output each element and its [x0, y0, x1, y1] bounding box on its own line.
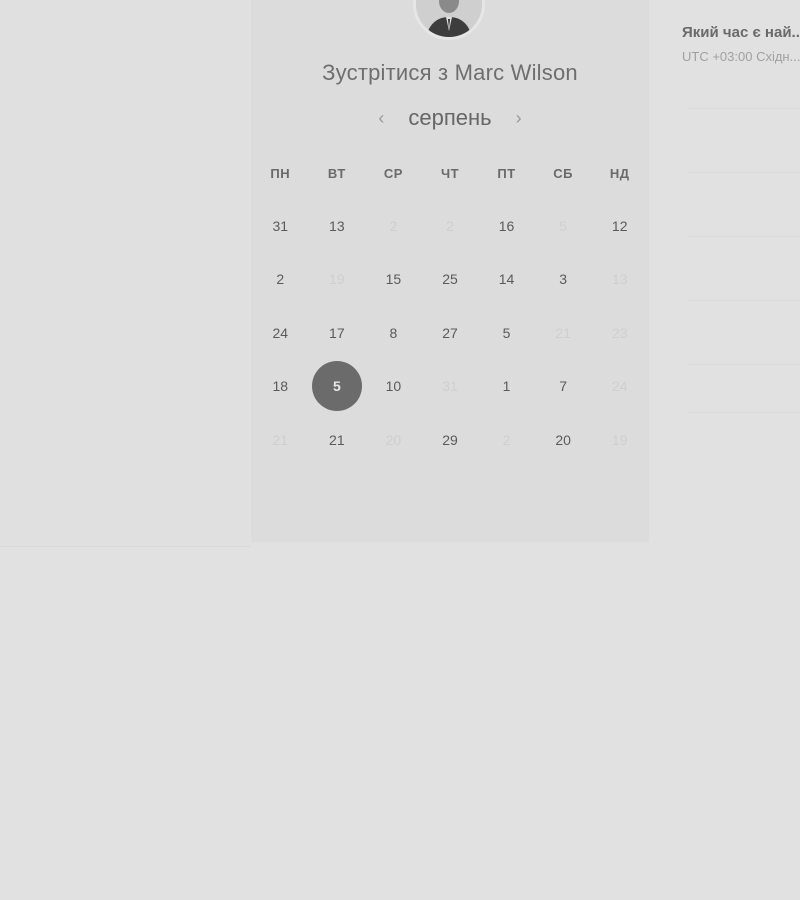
calendar-day-selected[interactable]: 5: [309, 360, 366, 414]
calendar-day-label: 17: [329, 324, 345, 341]
calendar-day-label: 13: [611, 271, 628, 288]
weekday-sat: СБ: [553, 166, 573, 181]
calendar-day-label: 5: [502, 324, 511, 341]
calendar-day[interactable]: 27: [422, 306, 479, 360]
calendar-day-label: 5: [311, 361, 362, 412]
calendar-day[interactable]: 24: [252, 306, 309, 360]
calendar-day-label: 12: [611, 217, 628, 234]
calendar-day: 2: [365, 199, 422, 253]
time-slot-list: [688, 80, 800, 480]
calendar-day: 24: [591, 360, 648, 414]
calendar-day-label: 19: [611, 431, 628, 448]
calendar-day: 2: [422, 199, 479, 253]
calendar-day[interactable]: 5: [478, 306, 535, 360]
calendar-day: 19: [591, 413, 648, 467]
calendar-day[interactable]: 10: [365, 360, 422, 414]
calendar-day: 19: [309, 253, 366, 307]
month-label: серпень: [408, 105, 492, 130]
calendar-day[interactable]: 16: [478, 199, 535, 253]
calendar-day[interactable]: 3: [535, 253, 592, 307]
chevron-left-icon: ‹: [378, 107, 385, 128]
calendar-day: 31: [422, 360, 479, 414]
divider: [688, 412, 800, 413]
calendar-day[interactable]: 14: [478, 253, 535, 307]
calendar-day[interactable]: 13: [309, 199, 366, 253]
calendar-day[interactable]: 31: [252, 199, 309, 253]
divider: [688, 364, 800, 365]
calendar-day-label: 8: [389, 324, 398, 341]
calendar-day-label: 27: [442, 324, 458, 341]
calendar-day-label: 2: [446, 217, 454, 234]
calendar-day[interactable]: 12: [591, 199, 648, 253]
calendar-day-label: 1: [502, 378, 511, 395]
calendar-day-label: 2: [276, 271, 285, 288]
next-month-button[interactable]: ›: [506, 104, 532, 132]
calendar-day-label: 31: [272, 217, 289, 234]
calendar-day: 23: [591, 306, 648, 360]
chevron-right-icon: ›: [515, 107, 522, 128]
calendar-day-label: 13: [329, 217, 345, 234]
calendar-day[interactable]: 8: [365, 306, 422, 360]
calendar-day-label: 25: [442, 271, 458, 288]
calendar-day[interactable]: 1: [478, 360, 535, 414]
page-title: Зустрітися з Marc Wilson: [322, 60, 578, 85]
calendar-day-label: 19: [329, 271, 345, 288]
weekday-wed: СР: [383, 166, 403, 181]
calendar-day[interactable]: 25: [422, 253, 479, 307]
calendar-day-label: 31: [442, 378, 458, 395]
calendar-day-label: 2: [389, 217, 398, 234]
calendar-day[interactable]: 7: [535, 360, 592, 414]
calendar-day: 2: [478, 413, 535, 467]
calendar-day-label: 15: [385, 271, 402, 288]
calendar-grid: 31 13 2 2 16 5 12 2 19 15 25 14 3 13 24 17 8 27 5 21 23 18 5 10…: [252, 199, 648, 467]
calendar-day[interactable]: 2: [252, 253, 309, 307]
calendar-day[interactable]: 21: [309, 413, 366, 467]
calendar-day-label: 24: [272, 324, 289, 341]
calendar-day[interactable]: 17: [309, 306, 366, 360]
divider: [688, 172, 800, 173]
calendar-day: 13: [591, 253, 648, 307]
calendar-day-label: 14: [498, 271, 515, 288]
calendar-day-label: 21: [555, 324, 571, 341]
calendar-day: 21: [252, 413, 309, 467]
time-question-heading: Який час є най...: [682, 24, 800, 41]
timezone-selector[interactable]: UTC +03:00 Східн...: [682, 49, 800, 64]
calendar-day-label: 3: [559, 271, 568, 288]
calendar-day-label: 21: [272, 431, 289, 448]
calendar-day-label: 20: [385, 431, 402, 448]
calendar-day-label: 23: [611, 324, 628, 341]
month-navigation: ‹ серпень ›: [251, 104, 649, 132]
calendar-day: 20: [365, 413, 422, 467]
weekday-mon: ПН: [270, 166, 291, 181]
calendar-day[interactable]: 18: [252, 360, 309, 414]
calendar-day-label: 21: [329, 431, 345, 448]
calendar-day[interactable]: 20: [535, 413, 592, 467]
calendar-day[interactable]: 15: [365, 253, 422, 307]
weekday-thu: ЧТ: [440, 166, 460, 181]
calendar-day[interactable]: 29: [422, 413, 479, 467]
weekday-sun: НД: [609, 166, 630, 181]
weekday-header: ПН ВТ СР ЧТ ПТ СБ НД: [252, 164, 648, 184]
calendar-day-label: 24: [611, 378, 628, 395]
divider: [688, 236, 800, 237]
calendar-day: 21: [535, 306, 592, 360]
time-selection-panel: Який час є най... UTC +03:00 Східн...: [682, 24, 800, 64]
calendar-day-label: 18: [272, 378, 289, 395]
calendar-day-label: 10: [385, 378, 402, 395]
divider: [688, 108, 800, 109]
left-panel: [0, 0, 250, 547]
weekday-tue: ВТ: [327, 166, 346, 181]
calendar-day-label: 20: [555, 431, 571, 448]
calendar-day-label: 5: [559, 217, 568, 234]
person-photo-icon: [416, 0, 482, 37]
calendar-day-label: 7: [559, 378, 568, 395]
calendar-day-label: 16: [498, 217, 515, 234]
calendar-day-label: 29: [442, 431, 458, 448]
divider: [688, 300, 800, 301]
weekday-fri: ПТ: [497, 166, 516, 181]
calendar-day-label: 2: [502, 431, 511, 448]
prev-month-button[interactable]: ‹: [368, 104, 394, 132]
calendar-day: 5: [535, 199, 592, 253]
